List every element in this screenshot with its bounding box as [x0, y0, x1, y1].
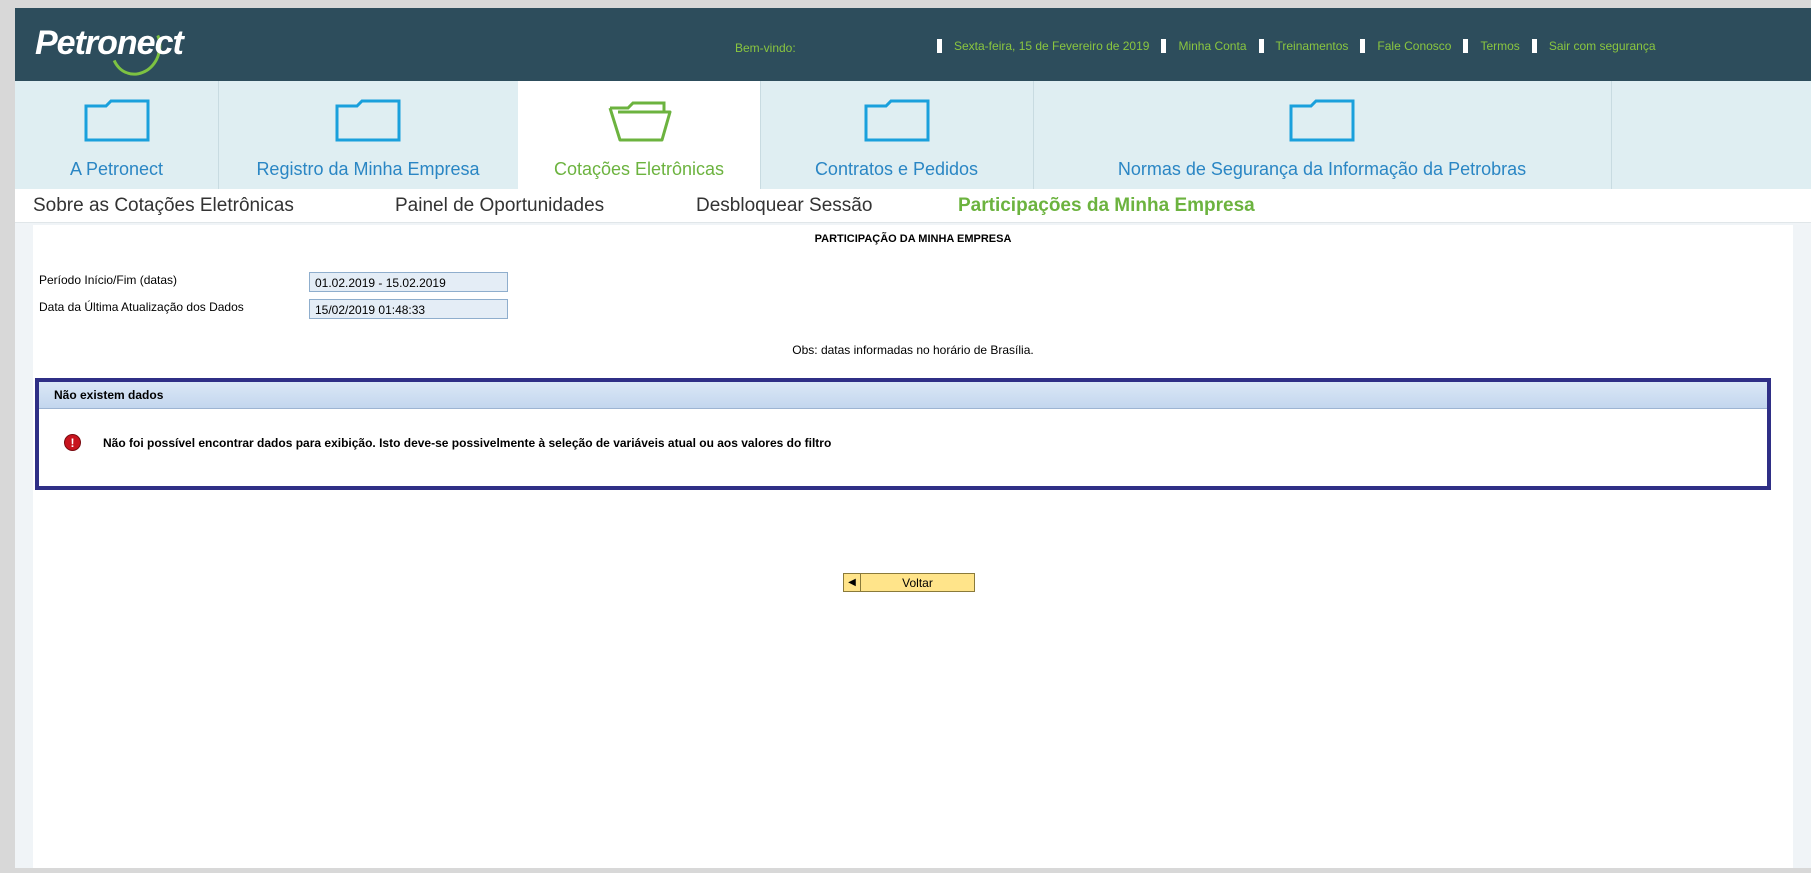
link-minha-conta[interactable]: Minha Conta	[1178, 39, 1246, 53]
back-button[interactable]: ◀ Voltar	[843, 573, 975, 592]
tab-label: Cotações Eletrônicas	[553, 159, 725, 179]
error-icon: !	[64, 434, 81, 451]
period-label: Período Início/Fim (datas)	[39, 273, 178, 287]
folder-icon	[335, 99, 401, 142]
main-tabs: A Petronect Registro da Minha Empresa Co…	[15, 81, 1811, 190]
link-treinamentos[interactable]: Treinamentos	[1276, 39, 1349, 53]
back-button-label: Voltar	[902, 575, 933, 590]
tab-label: A Petronect	[69, 159, 164, 179]
obs-note: Obs: datas informadas no horário de Bras…	[792, 343, 1034, 357]
top-header: Petronect Bem-vindo: Sexta-feira, 15 de …	[15, 8, 1811, 83]
separator	[1360, 39, 1366, 53]
sub-navigation: Sobre as Cotações Eletrônicas Painel de …	[15, 189, 1811, 223]
folder-icon	[1289, 99, 1355, 142]
folder-icon	[84, 99, 149, 142]
separator	[1463, 39, 1469, 53]
link-termos[interactable]: Termos	[1480, 39, 1519, 53]
open-folder-icon	[608, 101, 672, 142]
subnav-desbloquear[interactable]: Desbloquear Sessão	[696, 195, 872, 217]
link-fale-conosco[interactable]: Fale Conosco	[1377, 39, 1451, 53]
subnav-sobre[interactable]: Sobre as Cotações Eletrônicas	[33, 195, 294, 217]
folder-icon	[864, 99, 929, 142]
message-text: Não foi possível encontrar dados para ex…	[103, 435, 832, 450]
tab-label: Registro da Minha Empresa	[256, 159, 480, 179]
separator	[1531, 39, 1537, 53]
current-date: Sexta-feira, 15 de Fevereiro de 2019	[954, 39, 1150, 53]
separator	[1161, 39, 1167, 53]
welcome-text: Bem-vindo:	[735, 41, 796, 55]
tab-label: Normas de Segurança da Informação da Pet…	[1117, 159, 1527, 179]
message-header: Não existem dados	[39, 382, 1767, 409]
page-title: PARTICIPAÇÃO DA MINHA EMPRESA	[814, 233, 1012, 245]
tab-a-petronect[interactable]: A Petronect	[15, 81, 219, 189]
period-field: 01.02.2019 - 15.02.2019	[309, 272, 508, 292]
tab-normas[interactable]: Normas de Segurança da Informação da Pet…	[1033, 81, 1612, 189]
tab-contratos[interactable]: Contratos e Pedidos	[760, 81, 1034, 189]
content-area: PARTICIPAÇÃO DA MINHA EMPRESA Período In…	[33, 225, 1793, 868]
arrow-left-icon: ◀	[844, 574, 861, 591]
petronect-logo[interactable]: Petronect	[35, 24, 184, 63]
tab-label: Contratos e Pedidos	[814, 159, 979, 179]
last-update-field: 15/02/2019 01:48:33	[309, 299, 508, 319]
link-sair[interactable]: Sair com segurança	[1549, 39, 1656, 53]
subnav-participacoes[interactable]: Participações da Minha Empresa	[958, 195, 1255, 217]
separator	[937, 39, 942, 53]
top-links: Sexta-feira, 15 de Fevereiro de 2019 Min…	[937, 39, 1656, 53]
separator	[1258, 39, 1264, 53]
tab-cotacoes[interactable]: Cotações Eletrônicas	[518, 81, 761, 189]
message-box: Não existem dados ! Não foi possível enc…	[35, 378, 1771, 490]
last-update-label: Data da Última Atualização dos Dados	[39, 300, 244, 314]
message-row: ! Não foi possível encontrar dados para …	[64, 434, 831, 451]
subnav-painel[interactable]: Painel de Oportunidades	[395, 195, 604, 217]
tab-registro[interactable]: Registro da Minha Empresa	[218, 81, 519, 189]
browser-frame: Petronect Bem-vindo: Sexta-feira, 15 de …	[15, 8, 1811, 868]
